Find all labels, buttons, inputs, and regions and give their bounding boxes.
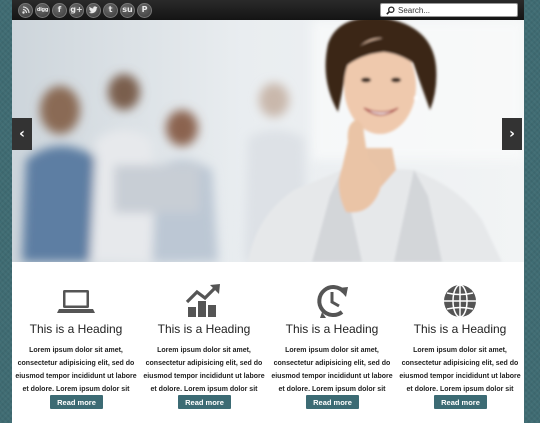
hero-image — [12, 20, 524, 262]
read-more-button[interactable]: Read more — [50, 395, 103, 409]
search-input[interactable] — [398, 4, 516, 16]
twitter-icon[interactable] — [86, 2, 101, 18]
slider-prev-button[interactable]: ‹ — [12, 118, 32, 150]
globe-icon — [440, 282, 480, 320]
rss-icon[interactable] — [18, 2, 33, 18]
stumbleupon-icon[interactable]: su — [120, 2, 135, 18]
read-more-button[interactable]: Read more — [178, 395, 231, 409]
feature-heading: This is a Heading — [413, 322, 507, 336]
digg-icon[interactable]: digg — [35, 2, 50, 18]
read-more-button[interactable]: Read more — [434, 395, 487, 409]
pinterest-icon[interactable]: P — [137, 2, 152, 18]
tumblr-icon[interactable]: t — [103, 2, 118, 18]
features-section: This is a Heading Lorem ipsum dolor sit … — [12, 262, 524, 423]
growth-chart-icon — [184, 282, 224, 320]
search-icon[interactable] — [384, 4, 396, 16]
hero-slider: ‹ › — [12, 20, 524, 262]
facebook-icon[interactable]: f — [52, 2, 67, 18]
feature-heading: This is a Heading — [29, 322, 123, 336]
feature-heading: This is a Heading — [157, 322, 251, 336]
social-links: digg f g+ t su P — [18, 2, 152, 18]
top-bar: digg f g+ t su P — [12, 0, 524, 20]
search-box — [380, 3, 518, 17]
slider-next-button[interactable]: › — [502, 118, 522, 150]
laptop-icon — [56, 282, 96, 320]
read-more-button[interactable]: Read more — [306, 395, 359, 409]
feature-heading: This is a Heading — [285, 322, 379, 336]
google-plus-icon[interactable]: g+ — [69, 2, 84, 18]
clock-arrow-icon — [312, 282, 352, 320]
